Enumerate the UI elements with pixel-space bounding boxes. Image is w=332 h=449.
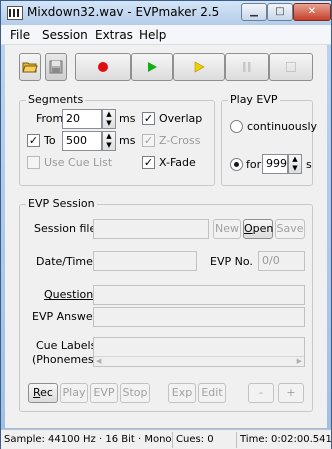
from-input[interactable]: 20 [62,109,102,129]
segments-title: Segments [26,93,86,106]
export-button[interactable]: Exp [168,383,196,403]
play-icon [148,62,157,72]
app-window: Mixdown32.wav - EVPmaker 2.5 ▁ □ ✕ File … [0,0,332,449]
rec-button[interactable]: Rec [28,383,58,403]
question-label: Question [44,288,94,301]
zcross-checkbox[interactable]: ✓ [142,134,155,147]
status-bar: Sample: 44100 Hz · 16 Bit · Mono Cues: 0… [1,429,332,449]
edit-button[interactable]: Edit [198,383,226,403]
to-input[interactable]: 500 [62,131,102,151]
evp-answer-field[interactable] [93,307,305,327]
for-spinner[interactable]: ▲ ▼ [288,154,302,174]
from-unit: ms [119,112,136,125]
from-spinner[interactable]: ▲ ▼ [102,109,116,129]
minus-button[interactable]: - [248,383,274,403]
status-cues: Cues: 0 [173,432,237,448]
scroll-left-icon[interactable]: ◀ [96,357,101,365]
from-label: From [36,112,64,125]
menu-help[interactable]: Help [139,28,166,42]
play-evp-button[interactable] [173,53,225,81]
overlap-label: Overlap [159,112,203,125]
for-input[interactable]: 999 [262,154,288,174]
new-session-button[interactable]: New [213,219,241,239]
status-time: Time: 0:02:00.541 [240,434,332,445]
open-session-button[interactable]: Open [243,219,273,239]
evp-session-group: EVP Session Session file New Open Save D… [19,197,313,412]
open-folder-icon [22,62,38,73]
for-label: for [246,158,262,171]
evp-no-field: 0/0 [258,251,305,271]
app-icon[interactable] [7,6,23,20]
window-title: Mixdown32.wav - EVPmaker 2.5 [27,5,220,19]
to-label: To [44,134,56,147]
play-button[interactable] [131,53,173,81]
evp-no-label: EVP No. [210,255,253,268]
menu-extras[interactable]: Extras [95,28,133,42]
session-stop-button[interactable]: Stop [120,383,150,403]
save-session-button[interactable]: Save [275,219,305,239]
save-button[interactable] [45,53,67,81]
session-play-button[interactable]: Play [60,383,88,403]
phonemes-label: (Phonemes) [32,353,98,366]
scroll-right-icon[interactable]: ▶ [297,357,302,365]
continuously-label: continuously [247,120,318,133]
save-disk-icon [49,60,63,74]
session-evp-button[interactable]: EVP [90,383,118,403]
use-cue-list-checkbox[interactable] [27,156,40,169]
open-button[interactable] [19,53,41,81]
evp-session-title: EVP Session [26,197,97,210]
xfade-checkbox[interactable]: ✓ [142,156,155,169]
evp-answer-label: EVP Answer [32,310,98,323]
menu-session[interactable]: Session [42,28,88,42]
pause-button[interactable] [225,53,269,81]
to-spinner[interactable]: ▲ ▼ [102,131,116,151]
segments-group: Segments From 20 ▲ ▼ ms ✓ To 500 ▲ ▼ ms Us… [19,93,215,186]
status-sample: Sample: 44100 Hz · 16 Bit · Mono [1,432,173,448]
use-cue-list-label: Use Cue List [44,156,113,169]
overlap-checkbox[interactable]: ✓ [142,112,155,125]
continuously-radio[interactable] [230,120,243,133]
record-icon [98,62,108,72]
for-radio[interactable] [230,158,243,171]
to-checkbox[interactable]: ✓ [27,134,40,147]
play-evp-title: Play EVP [228,93,280,106]
play-evp-icon [194,61,205,73]
xfade-label: X-Fade [159,156,196,169]
record-button[interactable] [75,53,131,81]
stop-button[interactable] [269,53,313,81]
pause-icon [243,62,251,72]
stop-icon [286,62,296,72]
zcross-label: Z-Cross [159,134,201,147]
close-button[interactable]: ✕ [293,3,331,21]
to-unit: ms [119,134,136,147]
date-time-label: Date/Time [36,255,93,268]
minimize-button[interactable]: ▁ [241,3,267,21]
maximize-button[interactable]: □ [267,3,293,21]
plus-button[interactable]: + [278,383,304,403]
for-unit: s [306,158,312,171]
cue-labels-label: Cue Labels [36,339,97,352]
menu-file[interactable]: File [10,28,30,42]
title-bar[interactable]: Mixdown32.wav - EVPmaker 2.5 ▁ □ ✕ [1,1,331,25]
cue-labels-scrollbar[interactable]: ◀ ▶ [94,356,304,366]
question-field[interactable] [93,285,305,305]
session-file-field[interactable] [93,219,209,239]
play-evp-group: Play EVP continuously for 999 ▲ ▼ s [221,93,317,186]
date-time-field [93,251,197,271]
session-file-label: Session file [34,222,97,235]
menu-bar: File Session Extras Help [1,25,331,45]
client-area: Segments From 20 ▲ ▼ ms ✓ To 500 ▲ ▼ ms Us… [5,45,327,428]
